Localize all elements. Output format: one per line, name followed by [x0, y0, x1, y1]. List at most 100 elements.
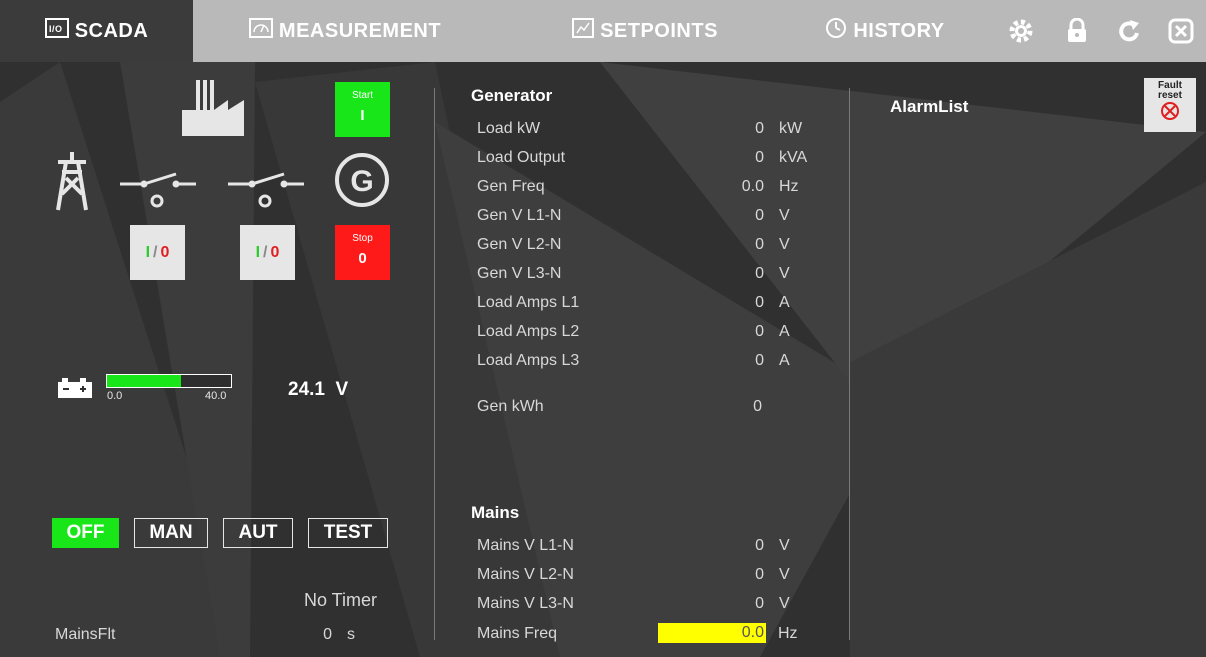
value-row-unit: A: [779, 352, 790, 369]
io-i-label: I: [255, 243, 261, 261]
mains-freq-label: Mains Freq: [477, 625, 558, 642]
value-row-label: Load Output: [477, 149, 566, 166]
tab-scada[interactable]: I/O SCADA: [0, 0, 193, 62]
fault-reset-button[interactable]: Fault reset: [1144, 78, 1196, 132]
tab-scada-label: SCADA: [74, 19, 149, 42]
tab-measurement-label: MEASUREMENT: [278, 19, 442, 42]
divider-right: [849, 88, 850, 640]
mode-aut-button[interactable]: AUT: [223, 518, 293, 548]
value-row-label: Gen Freq: [477, 178, 545, 195]
value-row-label: Mains V L2-N: [477, 566, 574, 583]
tab-setpoints[interactable]: SETPOINTS: [560, 0, 730, 62]
start-button-label: Start: [351, 90, 374, 101]
load-factory-icon: [182, 80, 244, 143]
value-row-unit: kVA: [779, 149, 808, 166]
lock-icon[interactable]: [1062, 16, 1092, 46]
refresh-icon[interactable]: [1114, 16, 1144, 46]
io-separator: /: [263, 243, 268, 261]
value-row-value: 0: [755, 323, 764, 340]
value-row-label: Load Amps L3: [477, 352, 580, 369]
stop-button-label: Stop: [352, 233, 373, 244]
mode-test-button[interactable]: TEST: [308, 518, 388, 548]
value-row-unit: Hz: [779, 178, 799, 195]
tab-setpoints-label: SETPOINTS: [600, 19, 718, 42]
value-row-value: 0: [755, 149, 764, 166]
value-row-value: 0: [755, 537, 764, 554]
timer-status: No Timer: [304, 590, 378, 610]
battery-icon: [58, 378, 92, 405]
stop-button-symbol: 0: [358, 250, 367, 267]
battery-bar-max-label: 40.0: [205, 390, 227, 402]
mains-section-title: Mains: [471, 503, 520, 522]
generator-breaker-icon: [228, 168, 304, 215]
fault-reset-icon: [1144, 101, 1196, 126]
stop-button[interactable]: Stop 0: [335, 225, 390, 280]
svg-text:I/O: I/O: [49, 24, 63, 34]
value-row-label: Gen V L3-N: [477, 265, 562, 282]
alarm-list-title: AlarmList: [890, 97, 969, 116]
mains-breaker-io-button[interactable]: I/0: [130, 225, 185, 280]
scada-icon: I/O: [44, 18, 69, 44]
value-row-label: Load kW: [477, 120, 541, 137]
gear-icon[interactable]: [1006, 16, 1036, 46]
value-row-value: 0.0: [741, 178, 764, 195]
start-button[interactable]: Start I: [335, 82, 390, 137]
mains-pylon-icon: [52, 150, 92, 217]
value-row-value: 0: [755, 120, 764, 137]
value-row-label: Load Amps L2: [477, 323, 580, 340]
value-row-unit: V: [779, 265, 790, 282]
io-o-label: 0: [270, 243, 280, 261]
value-row-label: Mains V L3-N: [477, 595, 574, 612]
io-separator: /: [153, 243, 158, 261]
generator-g-icon: G: [333, 150, 395, 217]
gauge-icon: [248, 18, 273, 44]
gen-kwh-value: 0: [753, 398, 762, 415]
top-navigation-bar: I/O SCADA MEASUREMENT SETPOINTS HISTORY: [0, 0, 1206, 62]
value-row-label: Mains V L1-N: [477, 537, 574, 554]
mode-aut-label: AUT: [238, 522, 278, 543]
mode-off-button[interactable]: OFF: [52, 518, 119, 548]
scada-screen: I/O SCADA MEASUREMENT SETPOINTS HISTORY: [0, 0, 1206, 657]
mode-man-button[interactable]: MAN: [134, 518, 208, 548]
value-row-value: 0: [755, 265, 764, 282]
battery-voltage-bar: [106, 374, 232, 388]
value-row-value: 0: [755, 352, 764, 369]
generator-section-title: Generator: [471, 86, 553, 105]
history-clock-icon: [825, 17, 847, 45]
start-button-symbol: I: [360, 107, 365, 124]
mains-breaker-icon: [120, 168, 196, 215]
mainsflt-value: 0: [323, 626, 332, 643]
battery-voltage-readout: 24.1 V: [288, 379, 349, 400]
generator-breaker-io-button[interactable]: I/0: [240, 225, 295, 280]
io-i-label: I: [145, 243, 151, 261]
value-row-value: 0: [755, 566, 764, 583]
close-icon[interactable]: [1166, 16, 1196, 46]
value-row-unit: V: [779, 595, 790, 612]
tab-measurement[interactable]: MEASUREMENT: [240, 0, 450, 62]
value-row-value: 0: [755, 236, 764, 253]
value-row-label: Load Amps L1: [477, 294, 580, 311]
svg-text:G: G: [350, 165, 373, 198]
mode-man-label: MAN: [149, 522, 193, 543]
mainsflt-unit: s: [347, 626, 355, 643]
background-shapes: [0, 62, 1206, 657]
value-row-unit: V: [779, 566, 790, 583]
tab-history[interactable]: HISTORY: [810, 0, 960, 62]
fault-reset-label-2: reset: [1158, 90, 1182, 101]
mains-freq-value: 0.0: [658, 623, 766, 643]
mode-test-label: TEST: [323, 522, 373, 543]
value-row-unit: A: [779, 294, 790, 311]
value-row-label: Gen V L2-N: [477, 236, 562, 253]
value-row-value: 0: [755, 595, 764, 612]
value-row-unit: A: [779, 323, 790, 340]
value-row-label: Gen V L1-N: [477, 207, 562, 224]
battery-voltage-bar-fill: [107, 375, 182, 387]
tab-history-label: HISTORY: [853, 19, 945, 42]
value-row-unit: V: [779, 207, 790, 224]
mode-off-label: OFF: [66, 522, 105, 543]
divider-left: [434, 88, 435, 640]
value-row-unit: V: [779, 236, 790, 253]
value-row-value: 0: [755, 207, 764, 224]
battery-bar-min-label: 0.0: [107, 390, 123, 402]
io-o-label: 0: [160, 243, 170, 261]
